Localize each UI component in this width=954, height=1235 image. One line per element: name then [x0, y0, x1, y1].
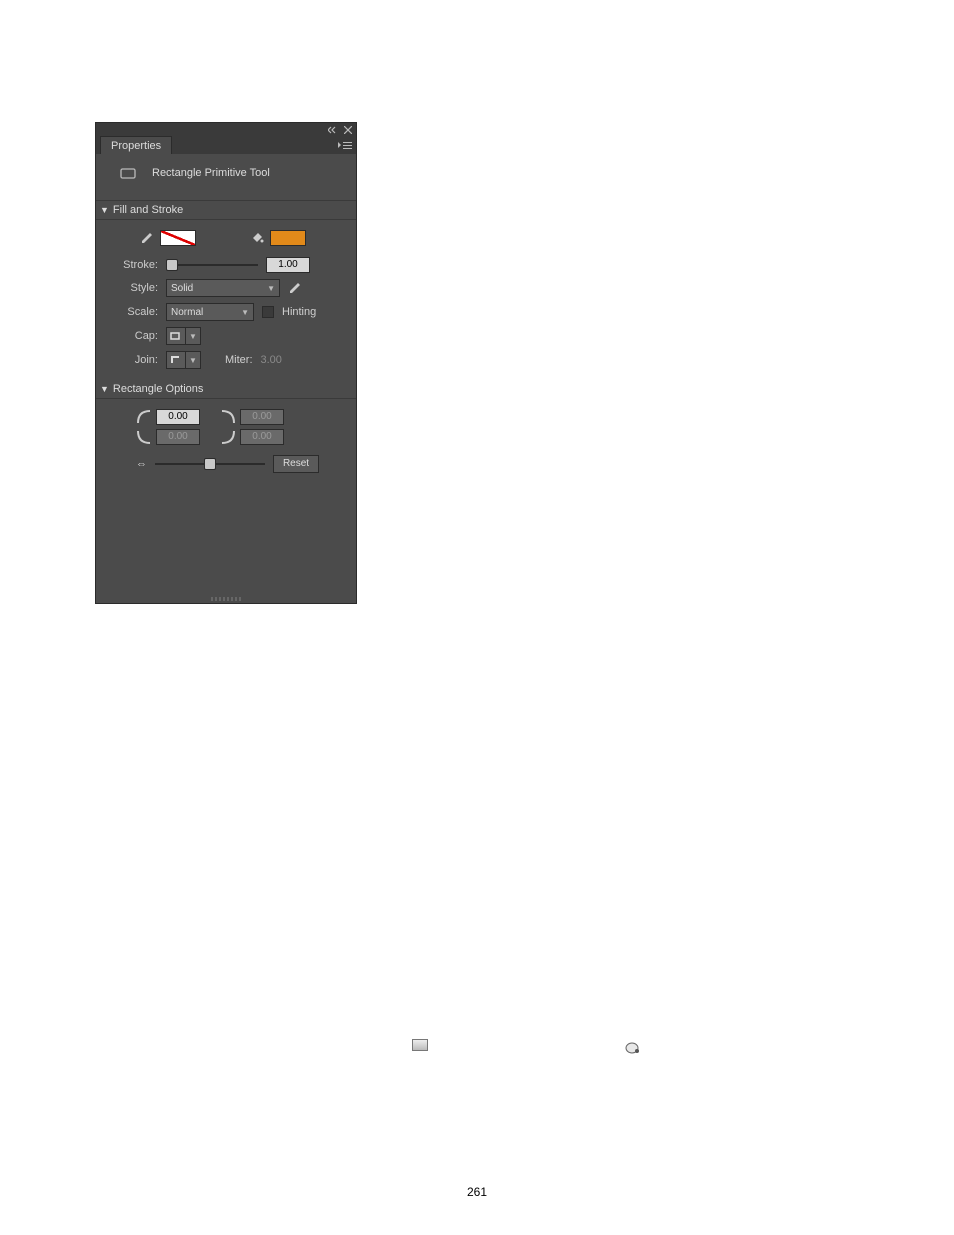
style-dropdown[interactable]: Solid ▼ [166, 279, 280, 297]
hinting-label: Hinting [282, 306, 316, 318]
corner-link-row: ⇔ Reset [106, 449, 346, 473]
panel-titlebar [96, 123, 356, 136]
corner-br-input[interactable]: 0.00 [240, 429, 284, 445]
chevron-down-icon: ▼ [241, 308, 249, 317]
stroke-color-swatch[interactable] [160, 230, 196, 246]
rectangle-primitive-inline-icon [412, 1038, 428, 1052]
stroke-weight-slider[interactable] [166, 259, 258, 271]
corner-radius-grid: 0.00 0.00 0.00 [106, 405, 346, 449]
chevron-down-icon: ▼ [267, 284, 275, 293]
paint-bucket-icon [250, 231, 264, 245]
rectangle-primitive-tool-icon [120, 164, 138, 182]
corner-tr-icon [220, 409, 236, 425]
corner-bl-icon [136, 429, 152, 445]
collapse-icon[interactable] [328, 126, 338, 134]
stroke-row: Stroke: 1.00 [106, 254, 346, 276]
fill-color-swatch[interactable] [270, 230, 306, 246]
disclosure-triangle-icon: ▼ [100, 384, 109, 394]
scale-value: Normal [171, 307, 203, 318]
style-value: Solid [171, 283, 193, 294]
join-dropdown[interactable]: ▼ [186, 351, 201, 369]
edit-stroke-style-icon[interactable] [288, 281, 302, 295]
stroke-label: Stroke: [106, 259, 158, 271]
tab-row: Properties [96, 136, 356, 154]
panel-resize-grip[interactable] [211, 597, 241, 601]
oval-primitive-inline-icon [625, 1041, 641, 1055]
tab-properties[interactable]: Properties [100, 136, 172, 154]
tool-name-label: Rectangle Primitive Tool [152, 167, 270, 179]
scale-label: Scale: [106, 306, 158, 318]
miter-value: 3.00 [261, 354, 282, 366]
corner-radius-slider[interactable] [155, 458, 265, 470]
rectangle-options-title: Rectangle Options [113, 383, 204, 395]
style-label: Style: [106, 282, 158, 294]
join-row: Join: ▼ Miter: 3.00 [106, 348, 346, 372]
hinting-checkbox[interactable] [262, 306, 274, 318]
scale-row: Scale: Normal ▼ Hinting [106, 300, 346, 324]
stroke-weight-input[interactable]: 1.00 [266, 257, 310, 273]
corner-tl-icon [136, 409, 152, 425]
reset-button[interactable]: Reset [273, 455, 319, 473]
rectangle-options-header[interactable]: ▼ Rectangle Options [96, 380, 356, 399]
cap-dropdown[interactable]: ▼ [186, 327, 201, 345]
join-button[interactable] [166, 351, 186, 369]
cap-label: Cap: [106, 330, 158, 342]
scale-dropdown[interactable]: Normal ▼ [166, 303, 254, 321]
swatch-row [106, 226, 346, 254]
rectangle-options-body: 0.00 0.00 0.00 [96, 399, 356, 481]
properties-panel: Properties Rectangle Primitive Tool ▼ Fi… [96, 123, 356, 603]
corner-br-icon [220, 429, 236, 445]
page-number: 261 [467, 1185, 487, 1199]
miter-label: Miter: [225, 354, 253, 366]
tool-header: Rectangle Primitive Tool [96, 154, 356, 201]
join-label: Join: [106, 354, 158, 366]
corner-bl-input[interactable]: 0.00 [156, 429, 200, 445]
link-corners-icon[interactable]: ⇔ [136, 458, 147, 470]
pencil-icon [140, 231, 154, 245]
cap-button[interactable] [166, 327, 186, 345]
fill-stroke-title: Fill and Stroke [113, 204, 183, 216]
corner-tl-input[interactable]: 0.00 [156, 409, 200, 425]
corner-tr-input[interactable]: 0.00 [240, 409, 284, 425]
style-row: Style: Solid ▼ [106, 276, 346, 300]
close-icon[interactable] [344, 126, 352, 134]
disclosure-triangle-icon: ▼ [100, 205, 109, 215]
fill-stroke-header[interactable]: ▼ Fill and Stroke [96, 201, 356, 220]
fill-stroke-body: Stroke: 1.00 Style: Solid ▼ Scale: Norma… [96, 220, 356, 380]
panel-menu-icon[interactable] [338, 140, 352, 153]
cap-row: Cap: ▼ [106, 324, 346, 348]
